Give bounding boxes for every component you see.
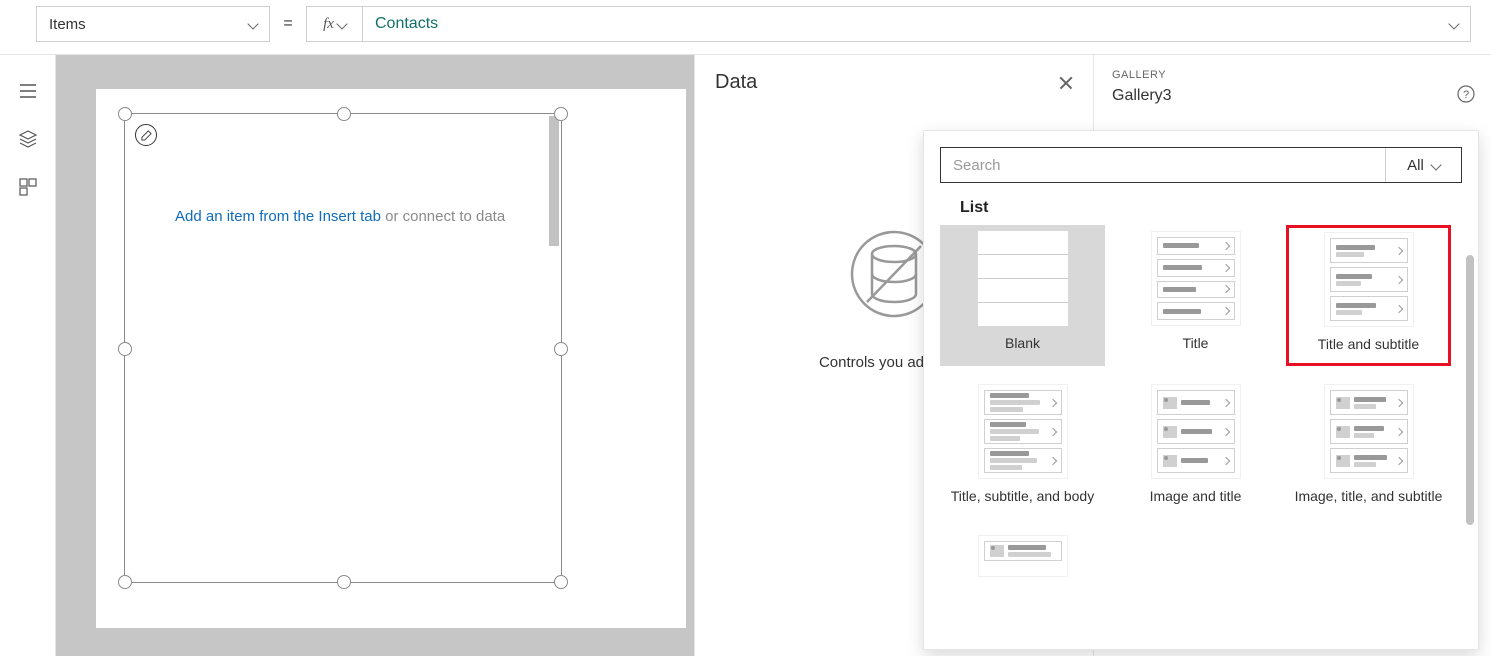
- chevron-down-icon: [1448, 18, 1459, 29]
- layout-blank[interactable]: Blank: [940, 225, 1105, 366]
- formula-value: Contacts: [375, 15, 438, 33]
- screen[interactable]: Add an item from the Insert tab or conne…: [96, 89, 686, 628]
- chevron-down-icon: [336, 18, 347, 29]
- svg-text:?: ?: [1463, 89, 1469, 101]
- data-panel-title: Data: [715, 71, 757, 94]
- layout-title-subtitle-body[interactable]: Title, subtitle, and body: [940, 378, 1105, 517]
- fx-button[interactable]: fx: [306, 6, 362, 42]
- layout-more[interactable]: [940, 529, 1105, 589]
- layout-picker: All List Blank Title: [923, 130, 1479, 650]
- property-dropdown[interactable]: Items: [36, 6, 270, 42]
- scrollbar[interactable]: [549, 116, 559, 246]
- formula-bar: Items = fx Contacts: [36, 6, 1471, 42]
- chevron-down-icon: [1430, 159, 1441, 170]
- gallery-panel: GALLERY Gallery3 ?: [1094, 55, 1491, 119]
- equals-label: =: [270, 15, 306, 33]
- resize-handle[interactable]: [118, 575, 132, 589]
- selected-gallery[interactable]: Add an item from the Insert tab or conne…: [124, 113, 562, 583]
- resize-handle[interactable]: [337, 107, 351, 121]
- chevron-down-icon: [247, 18, 258, 29]
- resize-handle[interactable]: [337, 575, 351, 589]
- close-icon[interactable]: [1059, 76, 1073, 90]
- edit-icon[interactable]: [135, 124, 157, 146]
- resize-handle[interactable]: [118, 107, 132, 121]
- search-input[interactable]: [941, 148, 1385, 182]
- resize-handle[interactable]: [554, 342, 568, 356]
- layout-title-subtitle[interactable]: Title and subtitle: [1286, 225, 1451, 366]
- formula-input[interactable]: Contacts: [362, 6, 1471, 42]
- layers-icon[interactable]: [18, 129, 38, 149]
- gallery-label: GALLERY: [1112, 69, 1473, 81]
- hamburger-icon[interactable]: [18, 81, 38, 101]
- scrollbar[interactable]: [1466, 255, 1474, 525]
- property-label: Items: [49, 16, 86, 33]
- components-icon[interactable]: [18, 177, 38, 197]
- empty-gallery-text: Add an item from the Insert tab or conne…: [175, 208, 505, 225]
- help-icon[interactable]: ?: [1457, 85, 1475, 103]
- resize-handle[interactable]: [118, 342, 132, 356]
- filter-dropdown[interactable]: All: [1385, 148, 1461, 182]
- resize-handle[interactable]: [554, 107, 568, 121]
- search-box: All: [940, 147, 1462, 183]
- layout-image-title[interactable]: Image and title: [1113, 378, 1278, 517]
- layout-image-title-subtitle[interactable]: Image, title, and subtitle: [1286, 378, 1451, 517]
- layout-title[interactable]: Title: [1113, 225, 1278, 366]
- resize-handle[interactable]: [554, 575, 568, 589]
- fx-label: fx: [323, 16, 334, 33]
- left-rail: [0, 55, 56, 656]
- category-title: List: [960, 199, 1462, 217]
- gallery-name: Gallery3: [1112, 87, 1473, 105]
